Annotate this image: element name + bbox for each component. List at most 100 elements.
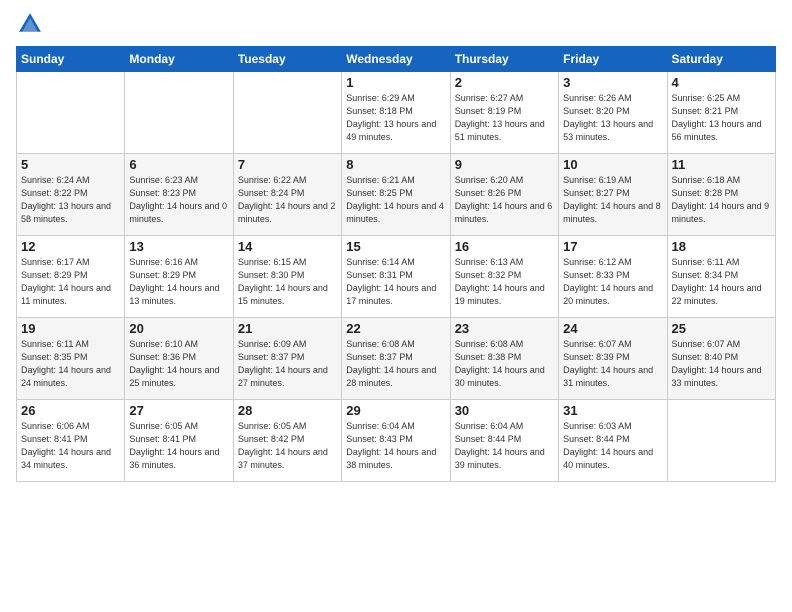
calendar-cell: 10 Sunrise: 6:19 AM Sunset: 8:27 PM Dayligh… <box>559 154 667 236</box>
day-number: 13 <box>129 239 228 254</box>
calendar-cell: 7Sunrise: 6:22 AMSunset: 8:24 PMDaylight… <box>233 154 341 236</box>
day-number: 25 <box>672 321 771 336</box>
calendar-page: Sunday Monday Tuesday Wednesday Thursday… <box>0 0 792 612</box>
sunset-text: Sunset: 8:43 PM <box>346 434 413 444</box>
sunrise-text: Sunrise: 6:20 AM <box>455 175 524 185</box>
sunset-text: Sunset: 8:37 PM <box>238 352 305 362</box>
daylight-text: Daylight: 14 hours and 9 minutes. <box>672 201 770 224</box>
day-number: 10 <box>563 157 662 172</box>
daylight-text: Daylight: 14 hours and 22 minutes. <box>672 283 762 306</box>
header-sunday: Sunday <box>17 47 125 72</box>
day-info: Sunrise: 6:24 AMSunset: 8:22 PMDaylight:… <box>21 174 120 226</box>
day-info: Sunrise: 6:25 AMSunset: 8:21 PMDaylight:… <box>672 92 771 144</box>
sunrise-text: Sunrise: 6:27 AM <box>455 93 524 103</box>
calendar-cell <box>125 72 233 154</box>
day-info: Sunrise: 6:17 AMSunset: 8:29 PMDaylight:… <box>21 256 120 308</box>
day-info: Sunrise: 6:20 AMSunset: 8:26 PMDaylight:… <box>455 174 554 226</box>
sunrise-text: Sunrise: 6:13 AM <box>455 257 524 267</box>
day-number: 23 <box>455 321 554 336</box>
day-info: Sunrise: 6:04 AMSunset: 8:43 PMDaylight:… <box>346 420 445 472</box>
sunrise-text: Sunrise: 6:07 AM <box>563 339 632 349</box>
calendar-cell: 31Sunrise: 6:03 AMSunset: 8:44 PMDayligh… <box>559 400 667 482</box>
sunset-text: Sunset: 8:23 PM <box>129 188 196 198</box>
daylight-text: Daylight: 14 hours and 36 minutes. <box>129 447 219 470</box>
calendar-cell: 3Sunrise: 6:26 AMSunset: 8:20 PMDaylight… <box>559 72 667 154</box>
calendar-cell: 13 Sunrise: 6:16 AMSunset: 8:29 PMDayligh… <box>125 236 233 318</box>
daylight-text: Daylight: 14 hours and 33 minutes. <box>672 365 762 388</box>
sunset-text: Sunset: 8:22 PM <box>21 188 88 198</box>
calendar-cell: 6Sunrise: 6:23 AMSunset: 8:23 PMDaylight… <box>125 154 233 236</box>
day-number: 17 <box>563 239 662 254</box>
day-number: 27 <box>129 403 228 418</box>
day-number: 7 <box>238 157 337 172</box>
day-number: 1 <box>346 75 445 90</box>
sunrise-text: Sunrise: 6:08 AM <box>455 339 524 349</box>
day-number: 16 <box>455 239 554 254</box>
calendar-cell: 30Sunrise: 6:04 AMSunset: 8:44 PMDayligh… <box>450 400 558 482</box>
sunrise-text: Sunrise: 6:22 AM <box>238 175 307 185</box>
day-number: 4 <box>672 75 771 90</box>
day-number: 20 <box>129 321 228 336</box>
daylight-text: Daylight: 13 hours and 49 minutes. <box>346 119 436 142</box>
daylight-text: Daylight: 14 hours and 19 minutes. <box>455 283 545 306</box>
daylight-text: Daylight: 14 hours and 31 minutes. <box>563 365 653 388</box>
calendar-week-row: 5Sunrise: 6:24 AMSunset: 8:22 PMDaylight… <box>17 154 776 236</box>
daylight-text: Daylight: 14 hours and 37 minutes. <box>238 447 328 470</box>
calendar-cell: 27 Sunrise: 6:05 AMSunset: 8:41 PMDayligh… <box>125 400 233 482</box>
sunset-text: Sunset: 8:31 PM <box>346 270 413 280</box>
day-info: Sunrise: 6:08 AMSunset: 8:37 PMDaylight:… <box>346 338 445 390</box>
sunrise-text: Sunrise: 6:09 AM <box>238 339 307 349</box>
calendar-cell: 16Sunrise: 6:13 AMSunset: 8:32 PMDayligh… <box>450 236 558 318</box>
sunrise-text: Sunrise: 6:11 AM <box>672 257 740 267</box>
sunset-text: Sunset: 8:34 PM <box>672 270 739 280</box>
sunrise-text: Sunrise: 6:16 AM <box>129 257 198 267</box>
day-info: Sunrise: 6:11 AMSunset: 8:35 PMDaylight:… <box>21 338 120 390</box>
calendar-cell: 25Sunrise: 6:07 AMSunset: 8:40 PMDayligh… <box>667 318 775 400</box>
calendar-cell <box>233 72 341 154</box>
calendar-cell: 21 Sunrise: 6:09 AM Sunset: 8:37 PM Dayligh… <box>233 318 341 400</box>
day-number: 21 <box>238 321 337 336</box>
day-info: Sunrise: 6:12 AMSunset: 8:33 PMDaylight:… <box>563 256 662 308</box>
sunset-text: Sunset: 8:30 PM <box>238 270 305 280</box>
calendar-cell <box>667 400 775 482</box>
day-number: 24 <box>563 321 662 336</box>
day-info: Sunrise: 6:19 AM Sunset: 8:27 PM Daylight:… <box>563 174 662 226</box>
daylight-text: Daylight: 14 hours and 28 minutes. <box>346 365 436 388</box>
day-info: Sunrise: 6:05 AMSunset: 8:41 PMDaylight:… <box>129 420 228 472</box>
calendar-cell: 24 Sunrise: 6:07 AMSunset: 8:39 PMDayligh… <box>559 318 667 400</box>
calendar-table: Sunday Monday Tuesday Wednesday Thursday… <box>16 46 776 482</box>
calendar-body: 1Sunrise: 6:29 AMSunset: 8:18 PMDaylight… <box>17 72 776 482</box>
day-number: 22 <box>346 321 445 336</box>
calendar-cell: 20Sunrise: 6:10 AMSunset: 8:36 PMDayligh… <box>125 318 233 400</box>
sunrise-text: Sunrise: 6:06 AM <box>21 421 90 431</box>
calendar-cell: 22 Sunrise: 6:08 AMSunset: 8:37 PMDayligh… <box>342 318 450 400</box>
sunset-text: Sunset: 8:35 PM <box>21 352 88 362</box>
day-number: 19 <box>21 321 120 336</box>
header-thursday: Thursday <box>450 47 558 72</box>
day-info: Sunrise: 6:07 AMSunset: 8:39 PMDaylight:… <box>563 338 662 390</box>
day-info: Sunrise: 6:23 AMSunset: 8:23 PMDaylight:… <box>129 174 228 226</box>
header-monday: Monday <box>125 47 233 72</box>
day-info: Sunrise: 6:18 AMSunset: 8:28 PMDaylight:… <box>672 174 771 226</box>
sunset-text: Sunset: 8:41 PM <box>129 434 196 444</box>
daylight-text: Daylight: 14 hours and 27 minutes. <box>238 365 328 388</box>
sunset-text: Sunset: 8:24 PM <box>238 188 305 198</box>
calendar-cell: 28Sunrise: 6:05 AMSunset: 8:42 PMDayligh… <box>233 400 341 482</box>
sunset-text: Sunset: 8:27 PM <box>563 188 630 198</box>
day-number: 29 <box>346 403 445 418</box>
day-info: Sunrise: 6:15 AMSunset: 8:30 PMDaylight:… <box>238 256 337 308</box>
day-number: 12 <box>21 239 120 254</box>
day-info: Sunrise: 6:16 AMSunset: 8:29 PMDaylight:… <box>129 256 228 308</box>
calendar-cell: 4 Sunrise: 6:25 AMSunset: 8:21 PMDaylight… <box>667 72 775 154</box>
day-info: Sunrise: 6:06 AMSunset: 8:41 PMDaylight:… <box>21 420 120 472</box>
calendar-cell: 8Sunrise: 6:21 AMSunset: 8:25 PMDaylight… <box>342 154 450 236</box>
sunrise-text: Sunrise: 6:19 AM <box>563 175 632 185</box>
daylight-text: Daylight: 14 hours and 25 minutes. <box>129 365 219 388</box>
calendar-cell: 19 Sunrise: 6:11 AMSunset: 8:35 PMDayligh… <box>17 318 125 400</box>
sunrise-text: Sunrise: 6:15 AM <box>238 257 307 267</box>
daylight-text: Daylight: 14 hours and 30 minutes. <box>455 365 545 388</box>
sunrise-text: Sunrise: 6:08 AM <box>346 339 415 349</box>
daylight-text: Daylight: 14 hours and 8 minutes. <box>563 201 661 224</box>
calendar-week-row: 19 Sunrise: 6:11 AMSunset: 8:35 PMDayligh… <box>17 318 776 400</box>
day-info: Sunrise: 6:26 AMSunset: 8:20 PMDaylight:… <box>563 92 662 144</box>
